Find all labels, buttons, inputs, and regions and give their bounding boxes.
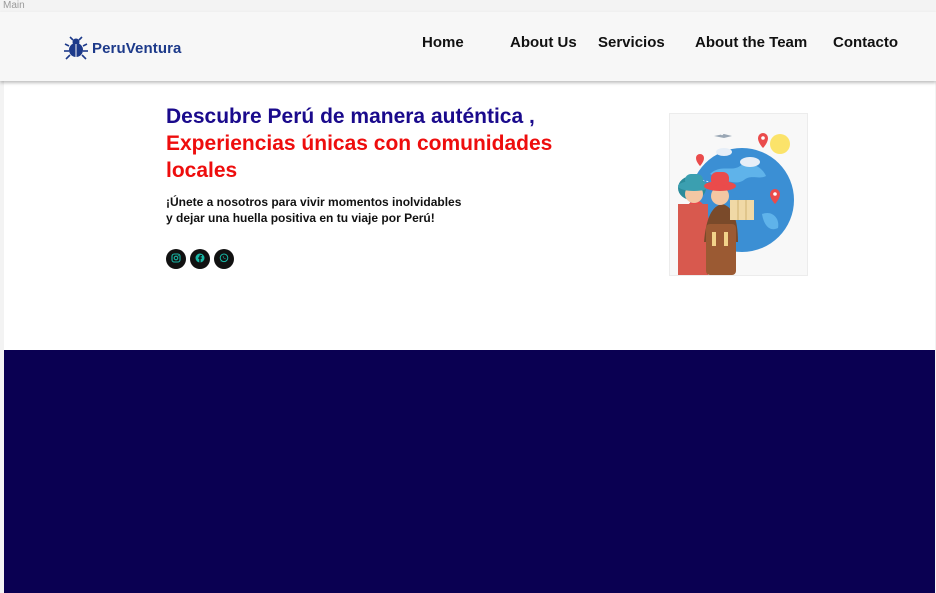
hero-section: Descubre Perú de manera auténtica , Expe…	[4, 81, 935, 350]
site-header: PeruVentura Home About Us Servicios Abou…	[0, 12, 936, 81]
nav-home[interactable]: Home	[422, 34, 464, 51]
whatsapp-icon	[219, 250, 229, 268]
travelers-globe-illustration	[669, 113, 808, 276]
main-nav: Home About Us Servicios About the Team C…	[0, 34, 936, 58]
hero-subtitle-line-2: y dejar una huella positiva en tu viaje …	[166, 211, 435, 225]
facebook-button[interactable]	[190, 249, 210, 269]
nav-contacto[interactable]: Contacto	[833, 34, 898, 51]
facebook-icon	[195, 250, 205, 268]
frame-label: Main	[3, 0, 25, 11]
hero-subtitle: ¡Únete a nosotros para vivir momentos in…	[166, 194, 461, 226]
hero-title-line-3: locales	[166, 159, 238, 182]
nav-servicios[interactable]: Servicios	[598, 34, 665, 51]
instagram-button[interactable]	[166, 249, 186, 269]
instagram-icon	[171, 250, 181, 268]
hero-title-line-2: Experiencias únicas con comunidades	[166, 132, 553, 155]
hero-subtitle-line-1: ¡Únete a nosotros para vivir momentos in…	[166, 195, 462, 209]
whatsapp-button[interactable]	[214, 249, 234, 269]
nav-about-us[interactable]: About Us	[510, 34, 577, 51]
dark-content-section	[4, 350, 935, 593]
nav-about-the-team[interactable]: About the Team	[695, 34, 807, 51]
hero-title-line-1: Descubre Perú de manera auténtica ,	[166, 105, 535, 128]
social-links	[166, 249, 234, 269]
